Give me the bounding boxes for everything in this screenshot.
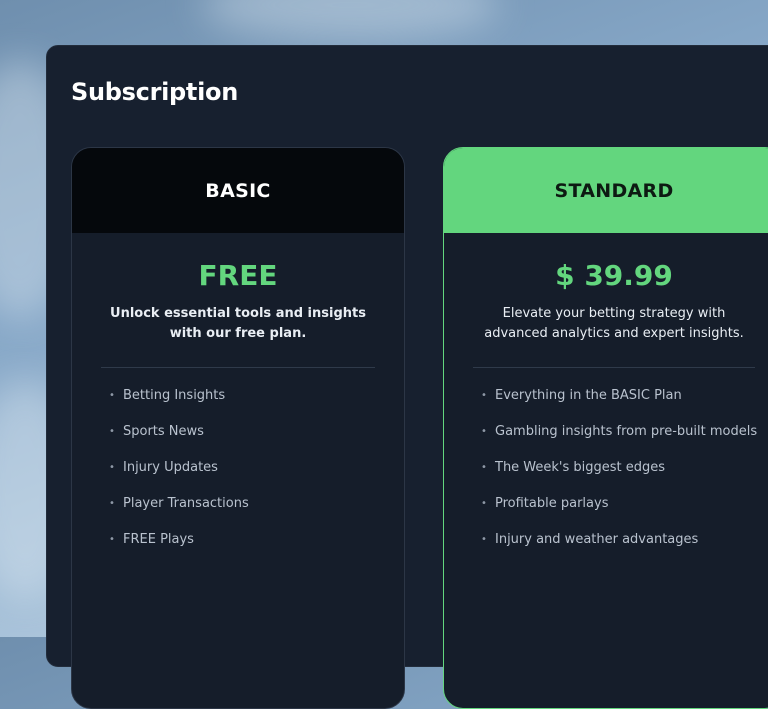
- feature-item: • Sports News: [109, 424, 204, 439]
- bullet-dot-icon: •: [109, 534, 115, 545]
- feature-item: • The Week's biggest edges: [481, 460, 666, 475]
- feature-item: • Profitable parlays: [481, 496, 609, 511]
- bullet-dot-icon: •: [481, 498, 487, 509]
- plan-price: FREE: [198, 259, 278, 292]
- bullet-dot-icon: •: [481, 426, 487, 437]
- divider: [473, 367, 755, 368]
- divider: [101, 367, 375, 368]
- bullet-dot-icon: •: [109, 498, 115, 509]
- bullet-dot-icon: •: [109, 390, 115, 401]
- feature-item: • FREE Plays: [109, 532, 194, 547]
- bullet-dot-icon: •: [109, 462, 115, 473]
- feature-list: • Everything in the BASIC Plan • Gambling …: [444, 388, 768, 568]
- plan-description: Unlock essential tools and insights with…: [110, 306, 366, 341]
- feature-item: • Betting Insights: [109, 388, 226, 403]
- plan-name: BASIC: [72, 148, 404, 233]
- bullet-dot-icon: •: [481, 390, 487, 401]
- plan-name: STANDARD: [444, 148, 768, 233]
- bullet-dot-icon: •: [109, 426, 115, 437]
- plan-card-standard[interactable]: STANDARD $ 39.99 Elevate your betting st…: [443, 147, 768, 709]
- feature-list: • Betting Insights • Sports News • Injury U…: [72, 388, 404, 568]
- bullet-dot-icon: •: [481, 462, 487, 473]
- page-title: Subscription: [71, 78, 238, 106]
- subscription-panel: Subscription BASIC FREE Unlock essential…: [46, 45, 768, 709]
- feature-item: • Everything in the BASIC Plan: [481, 388, 682, 403]
- plan-description: Elevate your betting strategy with advan…: [484, 306, 744, 341]
- bullet-dot-icon: •: [481, 534, 487, 545]
- feature-item: • Injury and weather advantages: [481, 532, 699, 547]
- feature-item: • Player Transactions: [109, 496, 249, 511]
- feature-item: • Injury Updates: [109, 460, 218, 475]
- plan-card-basic[interactable]: BASIC FREE Unlock essential tools and in…: [71, 147, 405, 709]
- feature-item: • Gambling insights from pre-built models: [481, 424, 758, 439]
- plan-price: $ 39.99: [555, 259, 673, 292]
